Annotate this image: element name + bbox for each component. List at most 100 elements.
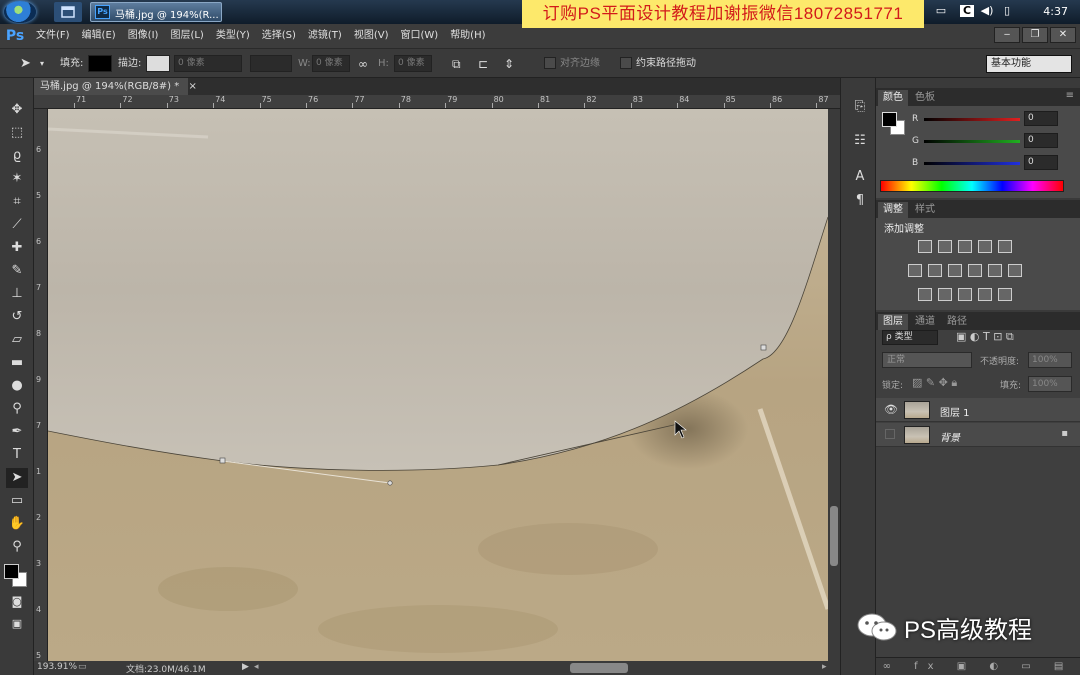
levels-icon[interactable] <box>938 240 952 253</box>
visibility-toggle[interactable] <box>885 429 895 439</box>
screen-mode-icon[interactable]: ▣ <box>6 614 28 634</box>
quick-select-tool-icon[interactable]: ✶ <box>6 169 28 189</box>
dodge-tool-icon[interactable]: ⚲ <box>6 399 28 419</box>
network-icon[interactable]: ▯ <box>1000 5 1014 17</box>
gradient-tool-icon[interactable]: ▬ <box>6 353 28 373</box>
anchor-point[interactable] <box>219 457 226 464</box>
constrain-path-checkbox[interactable] <box>620 57 632 69</box>
threshold-icon[interactable] <box>958 288 972 301</box>
hue-saturation-icon[interactable] <box>908 264 922 277</box>
pen-tool-icon[interactable]: ✒ <box>6 422 28 442</box>
type-tool-icon[interactable]: T <box>6 445 28 465</box>
lasso-tool-icon[interactable]: ϱ <box>6 146 28 166</box>
history-brush-tool-icon[interactable]: ↺ <box>6 307 28 327</box>
invert-icon[interactable] <box>918 288 932 301</box>
restore-button[interactable]: ❐ <box>1022 27 1048 43</box>
menu-edit[interactable]: 编辑(E) <box>82 24 116 48</box>
gradient-map-icon[interactable] <box>998 288 1012 301</box>
minimize-button[interactable]: ‒ <box>994 27 1020 43</box>
stroke-type-dropdown[interactable] <box>250 55 292 72</box>
layer-name[interactable]: 图层 1 <box>940 404 970 419</box>
properties-panel-icon[interactable]: ☷ <box>851 132 869 150</box>
blur-tool-icon[interactable]: ● <box>6 376 28 396</box>
hand-tool-icon[interactable]: ✋ <box>6 514 28 534</box>
taskbar-photoshop-button[interactable]: Ps 马桶.jpg @ 194%(R... <box>90 2 222 22</box>
close-tab-icon[interactable]: × <box>188 81 196 92</box>
path-operations-icon[interactable]: ⧉ <box>452 56 461 72</box>
photo-filter-icon[interactable] <box>968 264 982 277</box>
opacity-field[interactable]: 100% <box>1028 352 1072 368</box>
keyboard-icon[interactable]: ▭ <box>934 5 948 17</box>
height-field[interactable]: 0 像素 <box>394 55 432 72</box>
layer-row-background[interactable]: 背景 ▪ <box>876 423 1080 447</box>
align-edges-checkbox[interactable] <box>544 57 556 69</box>
clone-stamp-tool-icon[interactable]: ⊥ <box>6 284 28 304</box>
taskbar-explorer-button[interactable] <box>54 2 82 22</box>
tab-channels[interactable]: 通道 <box>910 314 940 330</box>
brush-tool-icon[interactable]: ✎ <box>6 261 28 281</box>
channel-mixer-icon[interactable] <box>988 264 1002 277</box>
menu-help[interactable]: 帮助(H) <box>450 24 485 48</box>
path-arrangement-icon[interactable]: ⇕ <box>504 56 514 72</box>
green-slider[interactable] <box>924 140 1020 143</box>
fill-swatch[interactable] <box>88 55 112 72</box>
exposure-icon[interactable] <box>978 240 992 253</box>
document-tab[interactable]: 马桶.jpg @ 194%(RGB/8#) * × <box>34 78 197 95</box>
menu-filter[interactable]: 滤镜(T) <box>308 24 342 48</box>
menu-select[interactable]: 选择(S) <box>262 24 296 48</box>
scroll-right-arrow[interactable]: ▸ <box>822 662 827 672</box>
stroke-swatch[interactable] <box>146 55 170 72</box>
path-alignment-icon[interactable]: ⊏ <box>478 56 488 72</box>
brightness-icon[interactable] <box>918 240 932 253</box>
direct-selection-tool-icon[interactable]: ➤ <box>6 468 28 488</box>
clock[interactable]: 4:37 <box>1043 5 1068 18</box>
eyedropper-tool-icon[interactable]: ⟋ <box>6 215 28 235</box>
crop-tool-icon[interactable]: ⌗ <box>6 192 28 212</box>
tab-color[interactable]: 颜色 <box>878 90 908 106</box>
tab-layers[interactable]: 图层 <box>878 314 908 330</box>
fill-field[interactable]: 100% <box>1028 376 1072 392</box>
color-balance-icon[interactable] <box>928 264 942 277</box>
start-button[interactable] <box>4 1 36 23</box>
volume-icon[interactable]: ◀) <box>980 5 994 17</box>
blue-slider[interactable] <box>924 162 1020 165</box>
lock-icons[interactable]: ▨ ✎ ✥ 🔒︎ <box>912 376 957 390</box>
tab-swatches[interactable]: 色板 <box>910 90 940 106</box>
workspace-dropdown[interactable]: 基本功能 <box>986 55 1072 73</box>
menu-window[interactable]: 窗口(W) <box>400 24 438 48</box>
black-white-icon[interactable] <box>948 264 962 277</box>
link-icon[interactable]: ∞ <box>358 56 368 72</box>
tab-adjustments[interactable]: 调整 <box>878 202 908 218</box>
healing-brush-tool-icon[interactable]: ✚ <box>6 238 28 258</box>
vertical-scroll-thumb[interactable] <box>830 506 838 566</box>
color-spectrum-bar[interactable] <box>880 180 1064 192</box>
eye-icon[interactable]: 👁︎ <box>884 403 898 416</box>
layer-row-layer1[interactable]: 👁︎ 图层 1 <box>876 398 1080 422</box>
history-panel-icon[interactable]: ⎘ <box>851 98 869 116</box>
status-menu-arrow[interactable]: ▶ <box>242 662 249 672</box>
vibrance-icon[interactable] <box>998 240 1012 253</box>
color-lookup-icon[interactable] <box>1008 264 1022 277</box>
stroke-width-field[interactable]: 0 像素 <box>174 55 242 72</box>
selective-color-icon[interactable] <box>978 288 992 301</box>
width-field[interactable]: 0 像素 <box>312 55 350 72</box>
info-icon[interactable]: ▭ <box>78 662 87 672</box>
horizontal-scroll-thumb[interactable] <box>570 663 628 673</box>
curves-icon[interactable] <box>958 240 972 253</box>
tool-preset-dropdown[interactable]: ▾ <box>40 56 44 72</box>
vertical-scrollbar[interactable] <box>828 109 840 661</box>
color-fg-swatch[interactable] <box>882 112 897 127</box>
zoom-level[interactable]: 193.91% <box>37 662 77 672</box>
menu-type[interactable]: 类型(Y) <box>216 24 250 48</box>
paragraph-panel-icon[interactable]: ¶ <box>851 192 869 210</box>
anchor-point-right[interactable] <box>760 344 767 351</box>
quick-mask-icon[interactable]: ◙ <box>6 592 28 612</box>
posterize-icon[interactable] <box>938 288 952 301</box>
move-tool-icon[interactable]: ✥ <box>6 100 28 120</box>
menu-file[interactable]: 文件(F) <box>36 24 70 48</box>
layer-filter-dropdown[interactable]: ρ 类型 <box>882 330 938 345</box>
menu-image[interactable]: 图像(I) <box>128 24 159 48</box>
blend-mode-dropdown[interactable]: 正常 <box>882 352 972 368</box>
zoom-tool-icon[interactable]: ⚲ <box>6 537 28 557</box>
c-app-icon[interactable]: C <box>960 5 974 17</box>
